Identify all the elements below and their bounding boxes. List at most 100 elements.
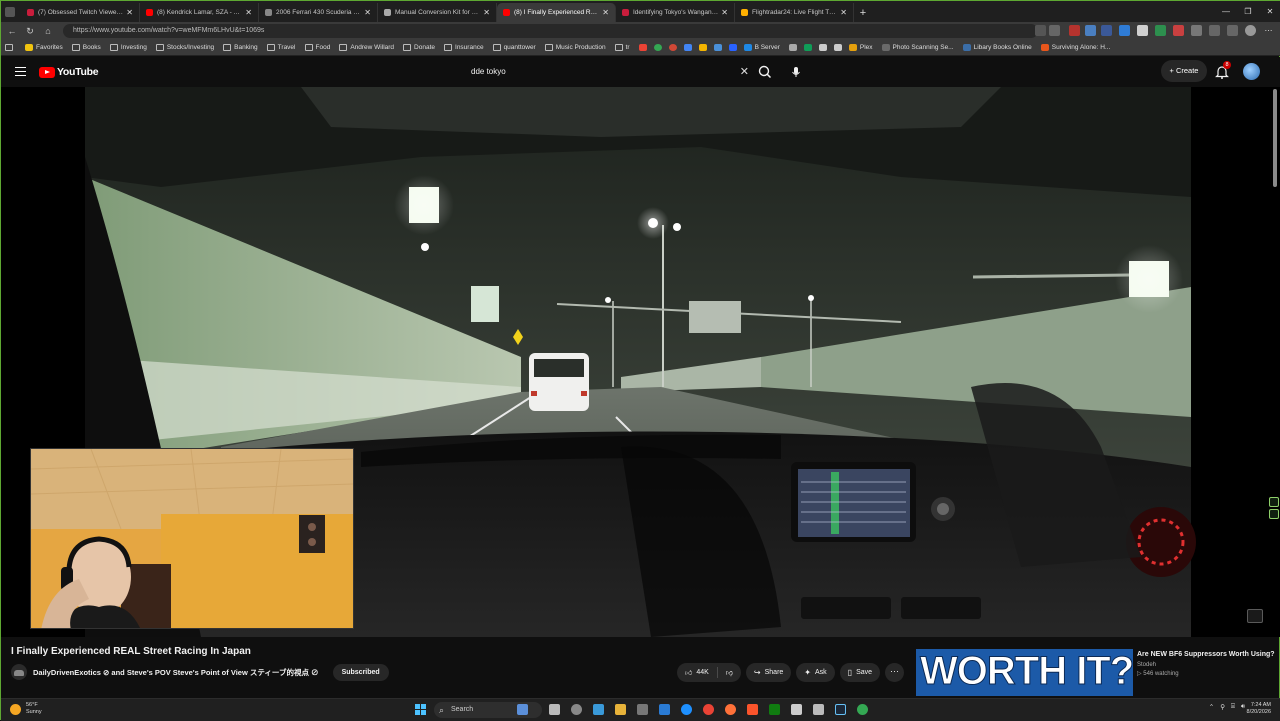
- youtube-logo[interactable]: YouTube: [39, 66, 99, 78]
- bookmark-folder[interactable]: Donate: [403, 44, 435, 51]
- steam-icon[interactable]: [835, 704, 846, 715]
- close-icon[interactable]: ✕: [840, 8, 847, 17]
- bookmark-item[interactable]: [5, 44, 16, 51]
- bookmark-photo-scanning[interactable]: Photo Scanning Se...: [881, 44, 954, 51]
- chrome-icon[interactable]: [703, 704, 714, 715]
- channel-avatar[interactable]: [11, 664, 27, 680]
- bookmark-icon-only[interactable]: [683, 44, 695, 51]
- bookmark-folder[interactable]: Investing: [109, 44, 147, 51]
- volume-icon[interactable]: 🔊︎: [1241, 703, 1245, 711]
- location-icon[interactable]: ⚲: [1220, 703, 1225, 711]
- video-player[interactable]: [1, 87, 1280, 637]
- extension-icon[interactable]: [1155, 25, 1166, 36]
- bookmark-icon-only[interactable]: [803, 44, 815, 51]
- app-icon[interactable]: [791, 704, 802, 715]
- channel-name[interactable]: DailyDrivenExotics ⊘ and Steve's POV Ste…: [33, 667, 319, 678]
- chevron-up-icon[interactable]: ⌃: [1209, 703, 1214, 711]
- bookmark-folder[interactable]: tr: [614, 44, 630, 51]
- new-tab-button[interactable]: +: [854, 3, 872, 22]
- menu-icon[interactable]: [15, 67, 26, 76]
- avatar[interactable]: [1243, 63, 1260, 80]
- bookmark-folder[interactable]: Food: [304, 44, 330, 51]
- edge-icon[interactable]: [681, 704, 692, 715]
- close-icon[interactable]: ✕: [126, 8, 133, 17]
- close-icon[interactable]: ✕: [364, 8, 371, 17]
- tab-6[interactable]: Flightradar24: Live Flight Tracker✕: [735, 3, 854, 22]
- subscribed-button[interactable]: Subscribed: [332, 663, 389, 681]
- bookmark-favorites[interactable]: Favorites: [25, 44, 63, 51]
- clock[interactable]: 7:24 AM 8/20/2026: [1247, 702, 1271, 716]
- extension-icon[interactable]: [1191, 25, 1202, 36]
- extension-icon[interactable]: [1085, 25, 1096, 36]
- like-button[interactable]: 👍︎ 44K: [677, 663, 717, 682]
- settings-icon[interactable]: [571, 704, 582, 715]
- extension-icon[interactable]: [1101, 25, 1112, 36]
- app-icon[interactable]: [593, 704, 604, 715]
- side-panel-icon[interactable]: [1269, 509, 1279, 519]
- close-icon[interactable]: ✕: [245, 8, 252, 17]
- network-icon[interactable]: ⌸: [1231, 703, 1235, 711]
- bookmark-icon-only[interactable]: [713, 44, 725, 51]
- refresh-icon[interactable]: ↻: [23, 26, 37, 37]
- tab-1[interactable]: (8) Kendrick Lamar, SZA - All The✕: [140, 3, 259, 22]
- bookmark-folder[interactable]: Banking: [223, 44, 258, 51]
- bookmark-library-books[interactable]: Libary Books Online: [962, 44, 1032, 51]
- close-icon[interactable]: ✕: [602, 8, 609, 17]
- app-icon[interactable]: [813, 704, 824, 715]
- close-icon[interactable]: ✕: [721, 8, 728, 17]
- bookmark-icon-only[interactable]: [728, 44, 740, 51]
- extension-icon[interactable]: [1069, 25, 1080, 36]
- app-icon[interactable]: [659, 704, 670, 715]
- brave-icon[interactable]: [747, 704, 758, 715]
- weather-widget[interactable]: 56°F Sunny: [10, 702, 42, 716]
- app-icon[interactable]: [857, 704, 868, 715]
- tab-3[interactable]: Manual Conversion Kit for Ferrari✕: [378, 3, 497, 22]
- maximize-button[interactable]: ❐: [1237, 1, 1259, 22]
- bookmark-icon-only[interactable]: [818, 44, 830, 51]
- extension-icon[interactable]: [1173, 25, 1184, 36]
- miniplayer-icon[interactable]: [1247, 609, 1263, 623]
- bookmark-plex[interactable]: Plex: [848, 44, 873, 51]
- share-button[interactable]: ↪ Share: [745, 663, 792, 682]
- bookmark-surviving-alone[interactable]: Surviving Alone: H...: [1040, 44, 1110, 51]
- extension-icon[interactable]: [1119, 25, 1130, 36]
- tab-actions-icon[interactable]: [5, 7, 15, 17]
- bookmark-folder[interactable]: Stocks/Investing: [155, 44, 214, 51]
- home-icon[interactable]: ⌂: [41, 26, 55, 36]
- dislike-button[interactable]: 👎︎: [718, 663, 741, 682]
- tab-5[interactable]: Identifying Tokyo's Wangan Supers✕: [616, 3, 735, 22]
- bookmark-icon-only[interactable]: [788, 44, 800, 51]
- page-scrollbar[interactable]: [1273, 89, 1277, 187]
- recommended-thumbnail[interactable]: WORTH IT?: [916, 649, 1133, 696]
- bookmark-icon-only[interactable]: [833, 44, 845, 51]
- tab-2[interactable]: 2006 Ferrari 430 Scuderia 6-Speed✕: [259, 3, 378, 22]
- voice-search-button[interactable]: [786, 61, 806, 83]
- recommended-video[interactable]: Are NEW BF6 Suppressors Worth Using? Sto…: [1137, 650, 1277, 677]
- bookmark-icon-only[interactable]: [668, 44, 680, 51]
- bookmark-icon-only[interactable]: [638, 44, 650, 51]
- collections-icon[interactable]: [1227, 25, 1238, 36]
- file-explorer-icon[interactable]: [615, 704, 626, 715]
- url-bar[interactable]: https://www.youtube.com/watch?v=weMFMm6L…: [63, 24, 1038, 38]
- widget-icon[interactable]: [517, 704, 528, 715]
- star-icon[interactable]: [1049, 25, 1060, 36]
- search-input[interactable]: dde tokyo ✕: [463, 61, 753, 83]
- profile-icon[interactable]: [1245, 25, 1256, 36]
- clear-search-icon[interactable]: ✕: [740, 61, 749, 83]
- back-icon[interactable]: ←: [5, 26, 19, 36]
- bookmark-icon-only[interactable]: [698, 44, 710, 51]
- close-icon[interactable]: ✕: [483, 8, 490, 17]
- tab-4-active[interactable]: (8) I Finally Experienced REAL Stree✕: [497, 3, 616, 22]
- search-button[interactable]: [755, 61, 775, 83]
- bookmark-b-server[interactable]: B Server: [743, 44, 780, 51]
- bookmark-folder[interactable]: Travel: [266, 44, 296, 51]
- ask-button[interactable]: ✦ Ask: [796, 663, 835, 682]
- more-actions-button[interactable]: ···: [885, 663, 905, 682]
- bookmark-folder[interactable]: Andrew Willard: [339, 44, 394, 51]
- create-button[interactable]: + Create: [1161, 60, 1207, 82]
- xbox-icon[interactable]: [769, 704, 780, 715]
- favorites-icon[interactable]: [1209, 25, 1220, 36]
- bookmark-icon-only[interactable]: [653, 44, 665, 51]
- bookmark-folder[interactable]: Music Production: [544, 44, 606, 51]
- task-view-icon[interactable]: [549, 704, 560, 715]
